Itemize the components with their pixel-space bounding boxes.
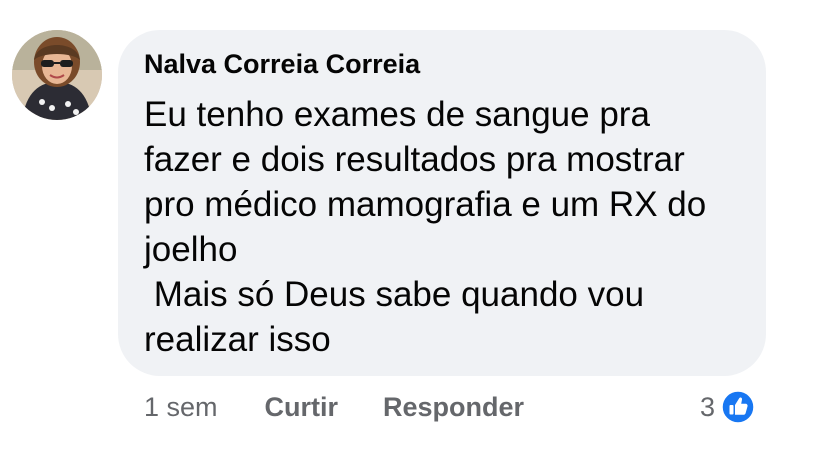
comment-text-line: fazer e dois resultados pra mostrar	[144, 140, 685, 179]
reaction-summary[interactable]: 3	[700, 388, 755, 426]
comment-text-line: Mais só Deus sabe quando vou	[144, 275, 645, 314]
comment-text-line: joelho	[144, 230, 238, 269]
comment-author-name[interactable]: Nalva Correia Correia	[144, 48, 742, 80]
reaction-count: 3	[700, 391, 716, 422]
comment-text-line: realizar isso	[144, 320, 331, 359]
like-thumbs-up-icon	[721, 390, 755, 424]
comment-bubble: Nalva Correia Correia Eu tenho exames de…	[118, 30, 766, 376]
comment-text-line: Eu tenho exames de sangue pra	[144, 95, 650, 134]
comment-timestamp[interactable]: 1 sem	[144, 392, 218, 423]
comment-text: Eu tenho exames de sangue pra fazer e do…	[144, 92, 742, 362]
comment-text-line: pro médico mamografia e um RX do	[144, 185, 707, 224]
comment-actions: 1 sem Curtir Responder	[144, 388, 524, 426]
like-button[interactable]: Curtir	[265, 392, 339, 423]
avatar[interactable]	[12, 30, 102, 120]
reply-button[interactable]: Responder	[383, 392, 524, 423]
